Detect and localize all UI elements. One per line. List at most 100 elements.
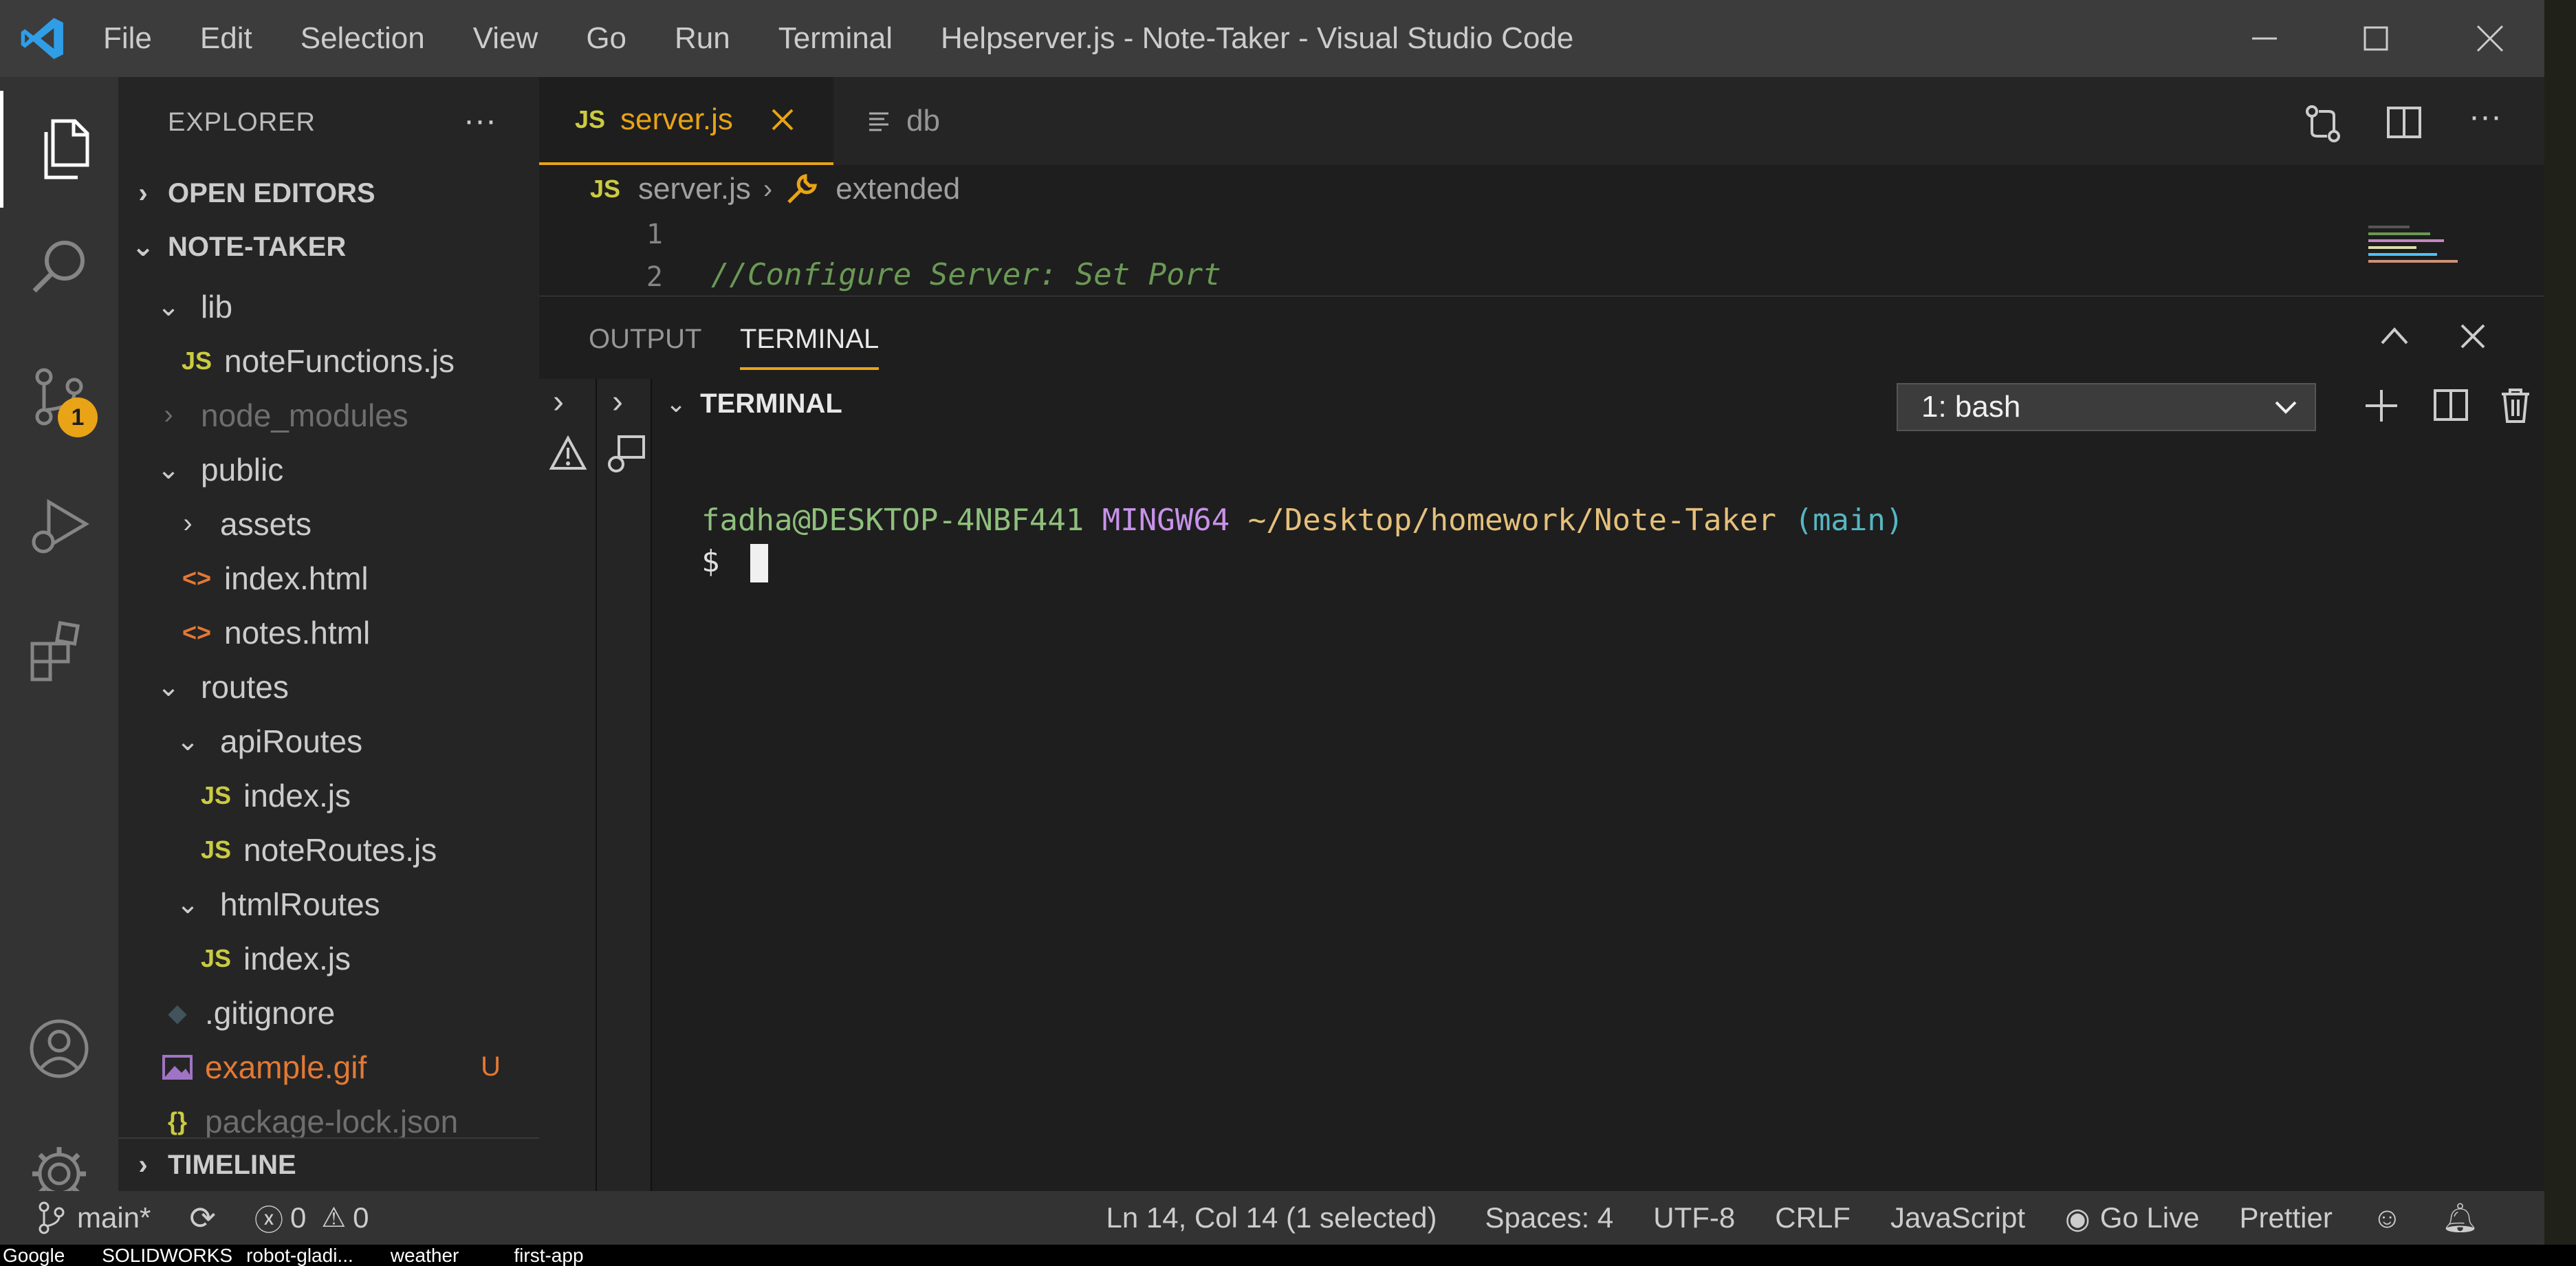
compare-changes-icon[interactable]	[2304, 105, 2342, 143]
explorer-sidebar: EXPLORER ··· › OPEN EDITORS ⌄ NOTE-TAKER…	[118, 77, 539, 1191]
chevron-right-icon[interactable]: ›	[612, 383, 623, 421]
untracked-badge: U	[481, 1051, 501, 1082]
sync-icon[interactable]: ⟳	[189, 1199, 216, 1236]
chevron-up-icon[interactable]	[2379, 325, 2410, 346]
split-editor-icon[interactable]	[2386, 106, 2422, 139]
menu-help[interactable]: Help	[941, 0, 1003, 77]
json-file-icon: {}	[167, 1106, 188, 1135]
prompt-env: MINGW64	[1102, 503, 1230, 538]
tab-db[interactable]: db	[833, 77, 1012, 165]
project-section[interactable]: ⌄ NOTE-TAKER	[118, 220, 539, 274]
run-debug-activity[interactable]	[0, 469, 118, 586]
chevron-right-icon: ›	[138, 1149, 148, 1180]
language-mode[interactable]: JavaScript	[1890, 1201, 2025, 1234]
tree-file-noteroutes-js[interactable]: JS noteRoutes.js	[118, 822, 539, 877]
extensions-activity[interactable]	[0, 593, 118, 710]
tree-folder-apiroutes[interactable]: ⌄ apiRoutes	[118, 714, 539, 768]
breadcrumb-file[interactable]: server.js	[638, 172, 751, 206]
end-of-line[interactable]: CRLF	[1775, 1201, 1851, 1234]
close-panel-icon[interactable]	[2459, 323, 2487, 350]
tab-output[interactable]: OUTPUT	[589, 324, 701, 355]
taskbar-item[interactable]: Google	[3, 1245, 65, 1266]
split-terminal-icon[interactable]	[2433, 389, 2469, 422]
error-icon[interactable]: ⓧ	[254, 1197, 283, 1239]
warning-icon[interactable]: ⚠	[321, 1202, 346, 1234]
plus-icon[interactable]	[2363, 387, 2400, 424]
tree-file-api-index-js[interactable]: JS index.js	[118, 768, 539, 822]
tree-label: example.gif	[205, 1049, 367, 1085]
cursor-position[interactable]: Ln 14, Col 14 (1 selected)	[1106, 1201, 1437, 1234]
tree-folder-public[interactable]: ⌄ public	[118, 442, 539, 496]
menu-run[interactable]: Run	[675, 0, 730, 77]
source-control-activity[interactable]: 1	[0, 338, 118, 455]
search-activity[interactable]	[0, 208, 118, 325]
menu-file[interactable]: File	[103, 0, 152, 77]
taskbar-item[interactable]: robot-gladi...	[246, 1245, 353, 1266]
breadcrumb-symbol[interactable]: extended	[836, 172, 960, 206]
indentation[interactable]: Spaces: 4	[1485, 1201, 1613, 1234]
maximize-button[interactable]	[2324, 0, 2427, 77]
menu-view[interactable]: View	[473, 0, 538, 77]
prompt-branch: (main)	[1794, 503, 1904, 538]
code-area[interactable]: 1 2 //Configure Server: Set Port	[539, 213, 2544, 296]
error-count[interactable]: 0	[290, 1201, 306, 1234]
prompt-symbol: $	[701, 544, 720, 579]
prettier-status[interactable]: Prettier	[2239, 1201, 2332, 1234]
menu-edit[interactable]: Edit	[200, 0, 252, 77]
tree-folder-htmlroutes[interactable]: ⌄ htmlRoutes	[118, 877, 539, 931]
account-icon	[30, 1019, 89, 1078]
terminal-shell-value: 1: bash	[1921, 390, 2021, 424]
accounts-activity[interactable]	[0, 990, 118, 1107]
explorer-activity[interactable]	[0, 91, 118, 208]
go-live-button[interactable]: Go Live	[2100, 1201, 2200, 1234]
js-file-icon: JS	[575, 105, 606, 133]
tree-label: node_modules	[201, 397, 408, 433]
open-editors-section[interactable]: › OPEN EDITORS	[118, 166, 539, 220]
warning-count[interactable]: 0	[353, 1201, 369, 1234]
warning-icon[interactable]	[549, 435, 587, 471]
tree-folder-node-modules[interactable]: › node_modules	[118, 388, 539, 442]
encoding[interactable]: UTF-8	[1653, 1201, 1735, 1234]
tree-file-gitignore[interactable]: ◆ .gitignore	[118, 985, 539, 1040]
taskbar-item[interactable]: SOLIDWORKS	[102, 1245, 232, 1266]
taskbar-item[interactable]: weather	[391, 1245, 459, 1266]
tree-file-html-index-js[interactable]: JS index.js	[118, 931, 539, 985]
debug-console-icon[interactable]	[605, 434, 646, 475]
menu-selection[interactable]: Selection	[301, 0, 425, 77]
tree-file-example-gif[interactable]: example.gif U	[118, 1040, 539, 1094]
chevron-down-icon[interactable]: ⌄	[666, 389, 686, 418]
tree-folder-lib[interactable]: ⌄ lib	[118, 279, 539, 334]
tree-folder-assets[interactable]: › assets	[118, 496, 539, 551]
close-icon[interactable]	[770, 107, 795, 132]
chevron-right-icon[interactable]: ›	[553, 383, 564, 421]
terminal-prompt-line: fadha@DESKTOP-4NBF441 MINGW64 ~/Desktop/…	[701, 503, 1903, 538]
trash-icon[interactable]	[2499, 387, 2532, 424]
branch-name[interactable]: main*	[77, 1201, 151, 1234]
close-window-button[interactable]	[2438, 0, 2542, 77]
terminal-title: TERMINAL	[700, 388, 842, 419]
tab-server-js[interactable]: JS server.js	[539, 77, 833, 165]
tree-file-index-html[interactable]: <> index.html	[118, 551, 539, 605]
more-actions-icon[interactable]: ···	[2469, 98, 2502, 135]
tree-label: index.html	[224, 560, 369, 596]
minimize-button[interactable]	[2213, 0, 2316, 77]
minimap[interactable]	[2368, 221, 2492, 290]
tree-folder-routes[interactable]: ⌄ routes	[118, 659, 539, 714]
taskbar-item[interactable]: first-app	[514, 1245, 583, 1266]
tab-label: server.js	[620, 102, 733, 136]
menu-terminal[interactable]: Terminal	[778, 0, 893, 77]
code-comment: //Configure Server: Set Port	[711, 257, 1221, 292]
tree-file-notes-html[interactable]: <> notes.html	[118, 605, 539, 659]
terminal-input-line[interactable]: $	[701, 544, 768, 582]
terminal-shell-select[interactable]: 1: bash	[1897, 383, 2316, 431]
tree-file-notefunctions[interactable]: JS noteFunctions.js	[118, 334, 539, 388]
chevron-down-icon: ⌄	[176, 725, 199, 756]
tab-terminal[interactable]: TERMINAL	[740, 324, 880, 370]
terminal-side-gutter: ›	[539, 379, 597, 1192]
bell-icon[interactable]: 🔔︎	[2442, 1201, 2478, 1235]
chevron-right-icon: ›	[138, 177, 148, 208]
explorer-more-icon[interactable]: ···	[463, 102, 496, 140]
feedback-icon[interactable]: ☺	[2372, 1201, 2402, 1234]
timeline-section[interactable]: › TIMELINE	[118, 1137, 539, 1191]
menu-go[interactable]: Go	[586, 0, 626, 77]
